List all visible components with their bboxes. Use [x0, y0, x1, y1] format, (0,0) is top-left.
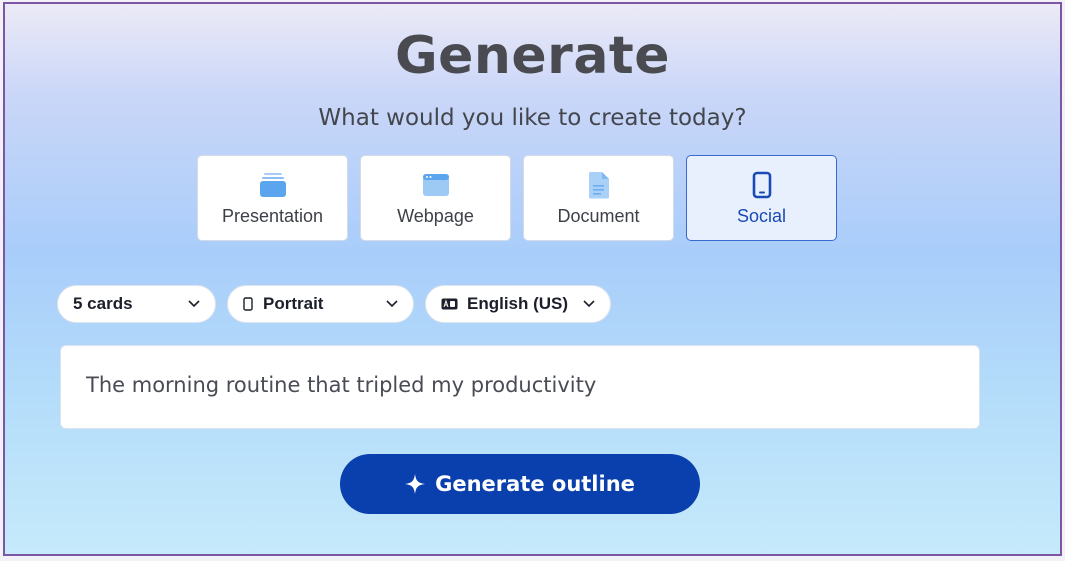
cards-count-value: 5 cards [73, 294, 133, 313]
chevron-down-icon [187, 296, 201, 315]
cards-count-dropdown[interactable]: 5 cards [57, 285, 216, 323]
type-card-label: Webpage [397, 206, 474, 226]
chevron-down-icon [385, 296, 399, 315]
orientation-value: Portrait [263, 294, 324, 313]
webpage-icon [421, 170, 451, 200]
chevron-down-icon [582, 296, 596, 315]
app-frame: Generate What would you like to create t… [3, 2, 1062, 556]
type-card-presentation[interactable]: Presentation [197, 155, 348, 241]
language-dropdown[interactable]: English (US) [425, 285, 611, 323]
generate-outline-label: Generate outline [435, 472, 635, 496]
type-card-label: Document [557, 206, 640, 226]
sparkle-icon [405, 474, 426, 494]
prompt-text: The morning routine that tripled my prod… [86, 373, 597, 397]
prompt-input[interactable]: The morning routine that tripled my prod… [60, 345, 980, 429]
page-title: Generate [394, 26, 671, 86]
language-value: English (US) [467, 294, 569, 313]
presentation-icon [258, 170, 288, 200]
language-icon [441, 298, 458, 310]
type-card-webpage[interactable]: Webpage [360, 155, 511, 241]
type-card-label: Social [736, 206, 787, 226]
portrait-icon [243, 297, 253, 311]
type-card-label: Presentation [221, 206, 324, 226]
page-subtitle: What would you like to create today? [318, 105, 747, 131]
document-icon [584, 170, 614, 200]
generate-outline-button[interactable]: Generate outline [340, 454, 700, 514]
phone-icon [747, 170, 777, 200]
type-card-social[interactable]: Social [686, 155, 837, 241]
type-card-document[interactable]: Document [523, 155, 674, 241]
orientation-dropdown[interactable]: Portrait [227, 285, 414, 323]
